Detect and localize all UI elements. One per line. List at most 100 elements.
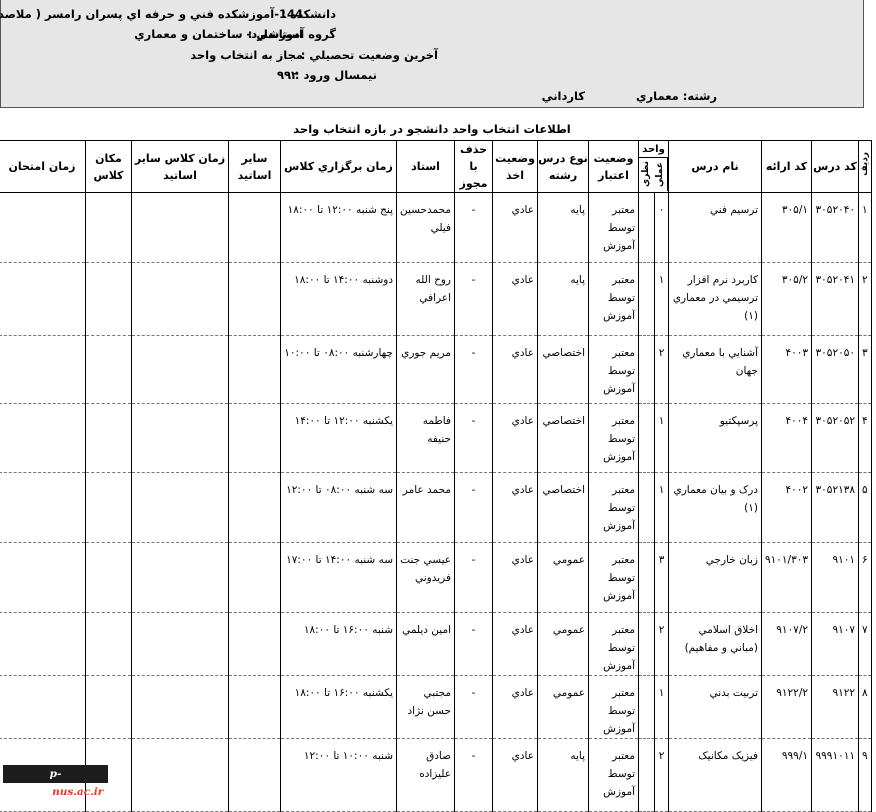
- table-header-row: زمان امتحان مکان کلاس زمان کلاس ساير اسا…: [0, 140, 872, 193]
- teacher-cell: مجتبي حسن نژاد: [396, 675, 455, 739]
- time-cell: دوشنبه ۱۴:۰۰ تا ۱۸:۰۰: [280, 262, 397, 336]
- term-row: نيمسال ورود :: [295, 68, 377, 82]
- practical-cell: [637, 403, 656, 473]
- practical-cell: [637, 612, 656, 676]
- name-cell: آشنايي با معماري جهان: [668, 335, 762, 404]
- exam-cell: [0, 403, 86, 473]
- table-row: پنج شنبه ۱۲:۰۰ تا ۱۸:۰۰ محمدحسين فيلي - عاد…: [0, 192, 872, 263]
- university-value: 144-آموزشکده فني و حرفه اي پسران رامسر (…: [0, 7, 303, 21]
- take-cell: عادي: [492, 262, 538, 336]
- table-row: چهارشنبه ۰۸:۰۰ تا ۱۰:۰۰ مريم جوري - عادي اخت…: [0, 335, 872, 404]
- other-teachers-cell: [228, 675, 281, 739]
- row-index-cell: ۹: [858, 738, 872, 812]
- col-code: کد درس: [811, 140, 860, 193]
- university-value-row: 144-آموزشکده فني و حرفه اي پسران رامسر (…: [0, 7, 303, 21]
- drop-cell: -: [454, 738, 493, 812]
- col-offer: کد ارائه: [760, 140, 813, 193]
- type-cell: عمومي: [537, 675, 589, 739]
- theory-cell: ۱: [654, 675, 669, 739]
- code-cell: ۹۱۰۱: [811, 542, 860, 613]
- code-cell: ۳۰۵۲۱۳۸: [811, 472, 860, 543]
- type-cell: اختصاصي: [537, 472, 589, 543]
- theory-cell: ۲: [654, 738, 669, 812]
- other-teachers-cell: [228, 612, 281, 676]
- exam-cell: [0, 262, 86, 336]
- row-index-cell: ۸: [858, 675, 872, 739]
- drop-cell: -: [454, 262, 493, 336]
- validity-cell: معتبر توسط آموزش: [588, 738, 639, 812]
- validity-cell: معتبر توسط آموزش: [588, 403, 639, 473]
- place-cell: [85, 542, 132, 613]
- theory-cell: ۲: [654, 335, 669, 404]
- other-time-cell: [131, 472, 229, 543]
- type-cell: پايه: [537, 738, 589, 812]
- logo-suffix: nus.ac.ir: [52, 786, 104, 798]
- time-cell: يکشنبه ۱۶:۰۰ تا ۱۸:۰۰: [280, 675, 397, 739]
- status-value-row: مجاز به انتخاب واحد: [190, 48, 303, 62]
- take-cell: عادي: [492, 192, 538, 263]
- degree-row: کارداني: [542, 89, 585, 103]
- row-index-cell: ۱: [858, 192, 872, 263]
- exam-cell: [0, 542, 86, 613]
- drop-cell: -: [454, 472, 493, 543]
- theory-cell: ۳: [654, 542, 669, 613]
- col-time: زمان برگزاري کلاس: [280, 140, 397, 193]
- drop-cell: -: [454, 675, 493, 739]
- status-value: مجاز به انتخاب واحد: [190, 48, 303, 62]
- code-cell: ۳۰۵۲۰۵۰: [811, 335, 860, 404]
- code-cell: ۳۰۵۲۰۴۱: [811, 262, 860, 336]
- table-row: شنبه ۱۶:۰۰ تا ۱۸:۰۰ امين ديلمي - عادي عمومي م…: [0, 612, 872, 676]
- exam-cell: [0, 192, 86, 263]
- code-cell: ۹۱۰۷: [811, 612, 860, 676]
- status-row: آخرين وضعيت تحصيلي :: [301, 48, 438, 62]
- time-cell: شنبه ۱۶:۰۰ تا ۱۸:۰۰: [280, 612, 397, 676]
- place-cell: [85, 612, 132, 676]
- offer-cell: ۴۰۰۲: [760, 472, 813, 543]
- code-cell: ۳۰۵۲۰۵۲: [811, 403, 860, 473]
- validity-cell: معتبر توسط آموزش: [588, 472, 639, 543]
- type-cell: پايه: [537, 192, 589, 263]
- other-time-cell: [131, 542, 229, 613]
- name-cell: تربيت بدني: [668, 675, 762, 739]
- teacher-cell: مريم جوري: [396, 335, 455, 404]
- col-type: نوع درس رشته: [537, 140, 589, 193]
- drop-cell: -: [454, 542, 493, 613]
- col-practical: عملي: [654, 161, 665, 187]
- col-take: وضعيت اخذ: [492, 140, 538, 193]
- table-row: سه شنبه ۰۸:۰۰ تا ۱۲:۰۰ محمد عامر - عادي اختص…: [0, 472, 872, 543]
- col-row: رديف: [858, 140, 872, 193]
- other-teachers-cell: [228, 738, 281, 812]
- teacher-cell: عيسي جنت فريدوني: [396, 542, 455, 613]
- site-logo: p-ramsar.nus.ac.ir: [3, 765, 108, 798]
- other-teachers-cell: [228, 192, 281, 263]
- type-cell: اختصاصي: [537, 335, 589, 404]
- exam-cell: [0, 675, 86, 739]
- drop-cell: -: [454, 192, 493, 263]
- other-teachers-cell: [228, 542, 281, 613]
- other-time-cell: [131, 192, 229, 263]
- col-units: واحد عملي نظري: [638, 140, 669, 193]
- type-cell: پايه: [537, 262, 589, 336]
- practical-cell: [637, 675, 656, 739]
- offer-cell: ۴۰۰۴: [760, 403, 813, 473]
- name-cell: پرسپکتيو: [668, 403, 762, 473]
- other-time-cell: [131, 675, 229, 739]
- name-cell: اخلاق اسلامي (مباني و مفاهيم): [668, 612, 762, 676]
- col-exam: زمان امتحان: [0, 140, 86, 193]
- practical-cell: [637, 262, 656, 336]
- type-cell: عمومي: [537, 542, 589, 613]
- offer-cell: ۴۰۰۳: [760, 335, 813, 404]
- table-row: يکشنبه ۱۶:۰۰ تا ۱۸:۰۰ مجتبي حسن نژاد - عادي…: [0, 675, 872, 739]
- name-cell: کاربرد نرم افزار ترسيمي در معماري (۱): [668, 262, 762, 336]
- col-place: مکان کلاس: [85, 140, 132, 193]
- time-cell: يکشنبه ۱۲:۰۰ تا ۱۴:۰۰: [280, 403, 397, 473]
- teacher-cell: روح الله اعرافي: [396, 262, 455, 336]
- take-cell: عادي: [492, 542, 538, 613]
- theory-cell: ۱: [654, 262, 669, 336]
- place-cell: [85, 675, 132, 739]
- term-value-row: ۹۹۲: [277, 68, 298, 82]
- teacher-cell: امين ديلمي: [396, 612, 455, 676]
- col-name: نام درس: [668, 140, 762, 193]
- place-cell: [85, 262, 132, 336]
- other-time-cell: [131, 262, 229, 336]
